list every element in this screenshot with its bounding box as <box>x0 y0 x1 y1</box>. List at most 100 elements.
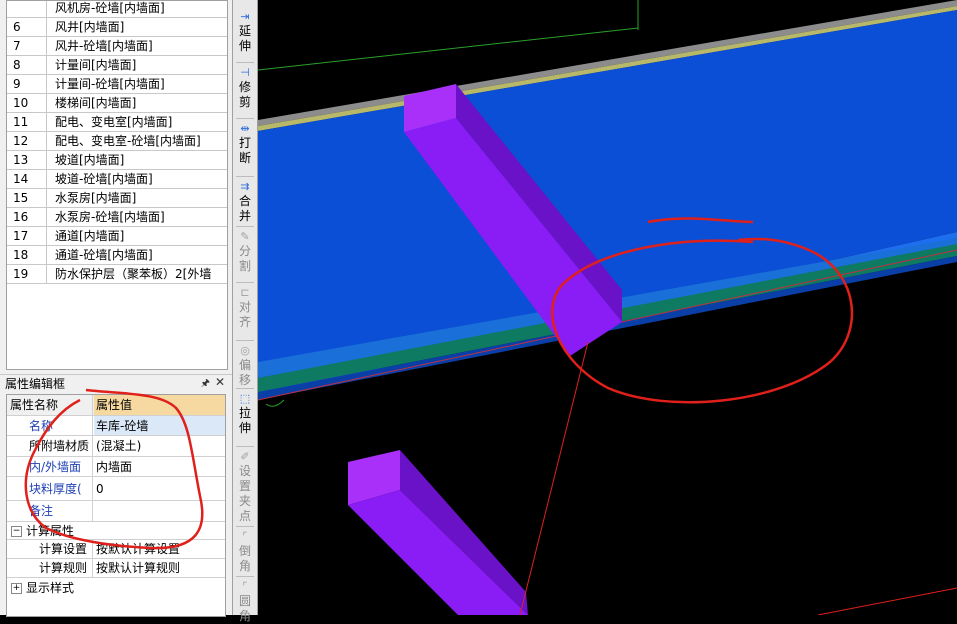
wall-row-number: 7 <box>7 37 47 55</box>
toolbar-grip-button[interactable]: ✐ 设置夹点 <box>233 450 257 524</box>
wall-row-name: 防水保护层（聚苯板）2[外墙 <box>55 267 212 281</box>
wall-row-name: 计量间-砼墙[内墙面] <box>55 77 165 91</box>
toolbar-label: 打断 <box>239 136 252 165</box>
prop-value-thickness[interactable]: 0 <box>94 477 225 500</box>
toolbar-label: 拉伸 <box>239 406 252 435</box>
wall-list-row[interactable]: 13 坡道[内墙面] <box>7 151 227 170</box>
extend-icon: ⇥ <box>240 10 250 23</box>
wall-list-row[interactable]: 16 水泵房-砼墙[内墙面] <box>7 208 227 227</box>
wall-list-row[interactable]: 9 计量间-砼墙[内墙面] <box>7 75 227 94</box>
wall-row-number: 10 <box>7 94 47 112</box>
trim-icon: ⊣ <box>240 66 250 79</box>
wall-list-row[interactable]: 19 防水保护层（聚苯板）2[外墙 <box>7 265 227 284</box>
wall-list-row[interactable]: 10 楼梯间[内墙面] <box>7 94 227 113</box>
wall-row-number: 9 <box>7 75 47 93</box>
toolbar-split-button[interactable]: ✎ 分割 <box>233 230 257 274</box>
wall-list-row[interactable]: 7 风井-砼墙[内墙面] <box>7 37 227 56</box>
toolbar-offset-button[interactable]: ◎ 偏移 <box>233 344 257 388</box>
toolbar-separator <box>236 446 254 447</box>
column-header-value: 属性值 <box>94 395 225 415</box>
expand-toggle-icon[interactable]: + <box>11 583 22 594</box>
wall-row-name: 通道-砼墙[内墙面] <box>55 248 153 262</box>
toolbar-trim-button[interactable]: ⊣ 修剪 <box>233 66 257 110</box>
toolbar-separator <box>236 340 254 341</box>
wall-list-row[interactable]: 12 配电、变电室-砼墙[内墙面] <box>7 132 227 151</box>
wall-list-row[interactable]: 8 计量间[内墙面] <box>7 56 227 75</box>
prop-value-inner-outer[interactable]: 内墙面 <box>94 457 225 476</box>
toolbar-separator <box>236 388 254 389</box>
axis-line <box>519 341 589 615</box>
toolbar-break-button[interactable]: ⇹ 打断 <box>233 122 257 166</box>
toolbar-fillet-button[interactable]: ⌜ 圆角 <box>233 580 257 624</box>
toolbar-separator <box>236 576 254 577</box>
toolbar-align-button[interactable]: ⊏ 对齐 <box>233 286 257 330</box>
wall-row-name: 配电、变电室-砼墙[内墙面] <box>55 134 201 148</box>
toolbar-separator <box>236 282 254 283</box>
toolbar-label: 偏移 <box>239 358 252 387</box>
wall-row-name: 楼梯间[内墙面] <box>55 96 137 110</box>
group-calc-properties[interactable]: − 计算属性 <box>11 522 74 540</box>
group-calc-label: 计算属性 <box>26 524 75 538</box>
toolbar-separator <box>236 118 254 119</box>
wall-row-name: 水泵房[内墙面] <box>55 191 137 205</box>
pin-icon[interactable]: 🖈 <box>201 376 210 393</box>
wall-list-row[interactable]: 6 风井[内墙面] <box>7 18 227 37</box>
edit-toolbar: ⇥ 延伸 ⊣ 修剪 ⇹ 打断 ⇉ 合并 ✎ 分割 ⊏ 对齐 ◎ 偏移 ⬚ 拉伸 ✐ 设置夹点 ⌜ 倒角 ⌜ 圆角 <box>233 0 258 623</box>
wall-row-name: 配电、变电室[内墙面] <box>55 115 173 129</box>
align-icon: ⊏ <box>240 286 250 299</box>
group-display-style[interactable]: + 显示样式 <box>11 578 74 598</box>
wall-list-row[interactable]: 18 通道-砼墙[内墙面] <box>7 246 227 265</box>
toolbar-extend-button[interactable]: ⇥ 延伸 <box>233 10 257 54</box>
wall-list[interactable]: 风机房-砼墙[内墙面] 6 风井[内墙面] 7 风井-砼墙[内墙面] 8 计量间[内墙面] 9… <box>6 0 228 370</box>
wall-row-name: 计量间[内墙面] <box>55 58 137 72</box>
wall-row-number: 6 <box>7 18 47 36</box>
wall-row-name: 风井[内墙面] <box>55 20 125 34</box>
grip-icon: ✐ <box>240 450 250 463</box>
wall-row-number: 19 <box>7 265 47 283</box>
close-icon[interactable]: ✕ <box>215 375 225 389</box>
break-icon: ⇹ <box>240 122 250 135</box>
prop-value-remark[interactable] <box>94 501 225 521</box>
offset-icon: ◎ <box>240 344 250 357</box>
collapse-toggle-icon[interactable]: − <box>11 526 22 537</box>
wall-row-name: 风机房-砼墙[内墙面] <box>55 1 165 15</box>
wall-row-number: 13 <box>7 151 47 169</box>
guide-line <box>258 27 639 71</box>
prop-value-calc-setting[interactable]: 按默认计算设置 <box>94 540 225 558</box>
chamfer-icon: ⌜ <box>242 530 248 543</box>
wall-list-row[interactable]: 风机房-砼墙[内墙面] <box>7 1 227 18</box>
prop-key-thickness: 块料厚度( <box>7 477 93 500</box>
property-panel-title: 属性编辑框 <box>0 374 232 392</box>
prop-value-name[interactable]: 车库-砼墙 <box>94 416 225 435</box>
toolbar-label: 修剪 <box>239 80 252 109</box>
left-panel: 风机房-砼墙[内墙面] 6 风井[内墙面] 7 风井-砼墙[内墙面] 8 计量间[内墙面] 9… <box>0 0 233 617</box>
fillet-icon: ⌜ <box>242 580 248 593</box>
3d-scene <box>258 0 957 615</box>
prop-key-calc-rule: 计算规则 <box>7 559 93 577</box>
wall-list-row[interactable]: 17 通道[内墙面] <box>7 227 227 246</box>
wall-row-number: 11 <box>7 113 47 131</box>
prop-value-material[interactable]: (混凝土) <box>94 436 225 456</box>
toolbar-stretch-button[interactable]: ⬚ 拉伸 <box>233 392 257 436</box>
prop-key-calc-setting: 计算设置 <box>7 540 93 558</box>
toolbar-chamfer-button[interactable]: ⌜ 倒角 <box>233 530 257 574</box>
toolbar-separator <box>236 526 254 527</box>
prop-key-name: 名称 <box>7 416 93 435</box>
toolbar-label: 圆角 <box>239 594 252 623</box>
wall-row-number: 17 <box>7 227 47 245</box>
toolbar-label: 分割 <box>239 244 252 273</box>
wall-list-row[interactable]: 11 配电、变电室[内墙面] <box>7 113 227 132</box>
prop-key-remark: 备注 <box>7 501 93 521</box>
wall-list-row[interactable]: 14 坡道-砼墙[内墙面] <box>7 170 227 189</box>
toolbar-label: 倒角 <box>239 544 252 573</box>
wall-row-name: 通道[内墙面] <box>55 229 125 243</box>
toolbar-label: 设置夹点 <box>239 464 252 523</box>
toolbar-label: 对齐 <box>239 300 252 329</box>
toolbar-label: 延伸 <box>239 24 252 53</box>
3d-viewport[interactable] <box>258 0 957 615</box>
wall-list-row[interactable]: 15 水泵房[内墙面] <box>7 189 227 208</box>
prop-value-calc-rule[interactable]: 按默认计算规则 <box>94 559 225 577</box>
toolbar-merge-button[interactable]: ⇉ 合并 <box>233 180 257 224</box>
guide-arc <box>265 399 285 407</box>
column-header-name: 属性名称 <box>7 395 93 415</box>
